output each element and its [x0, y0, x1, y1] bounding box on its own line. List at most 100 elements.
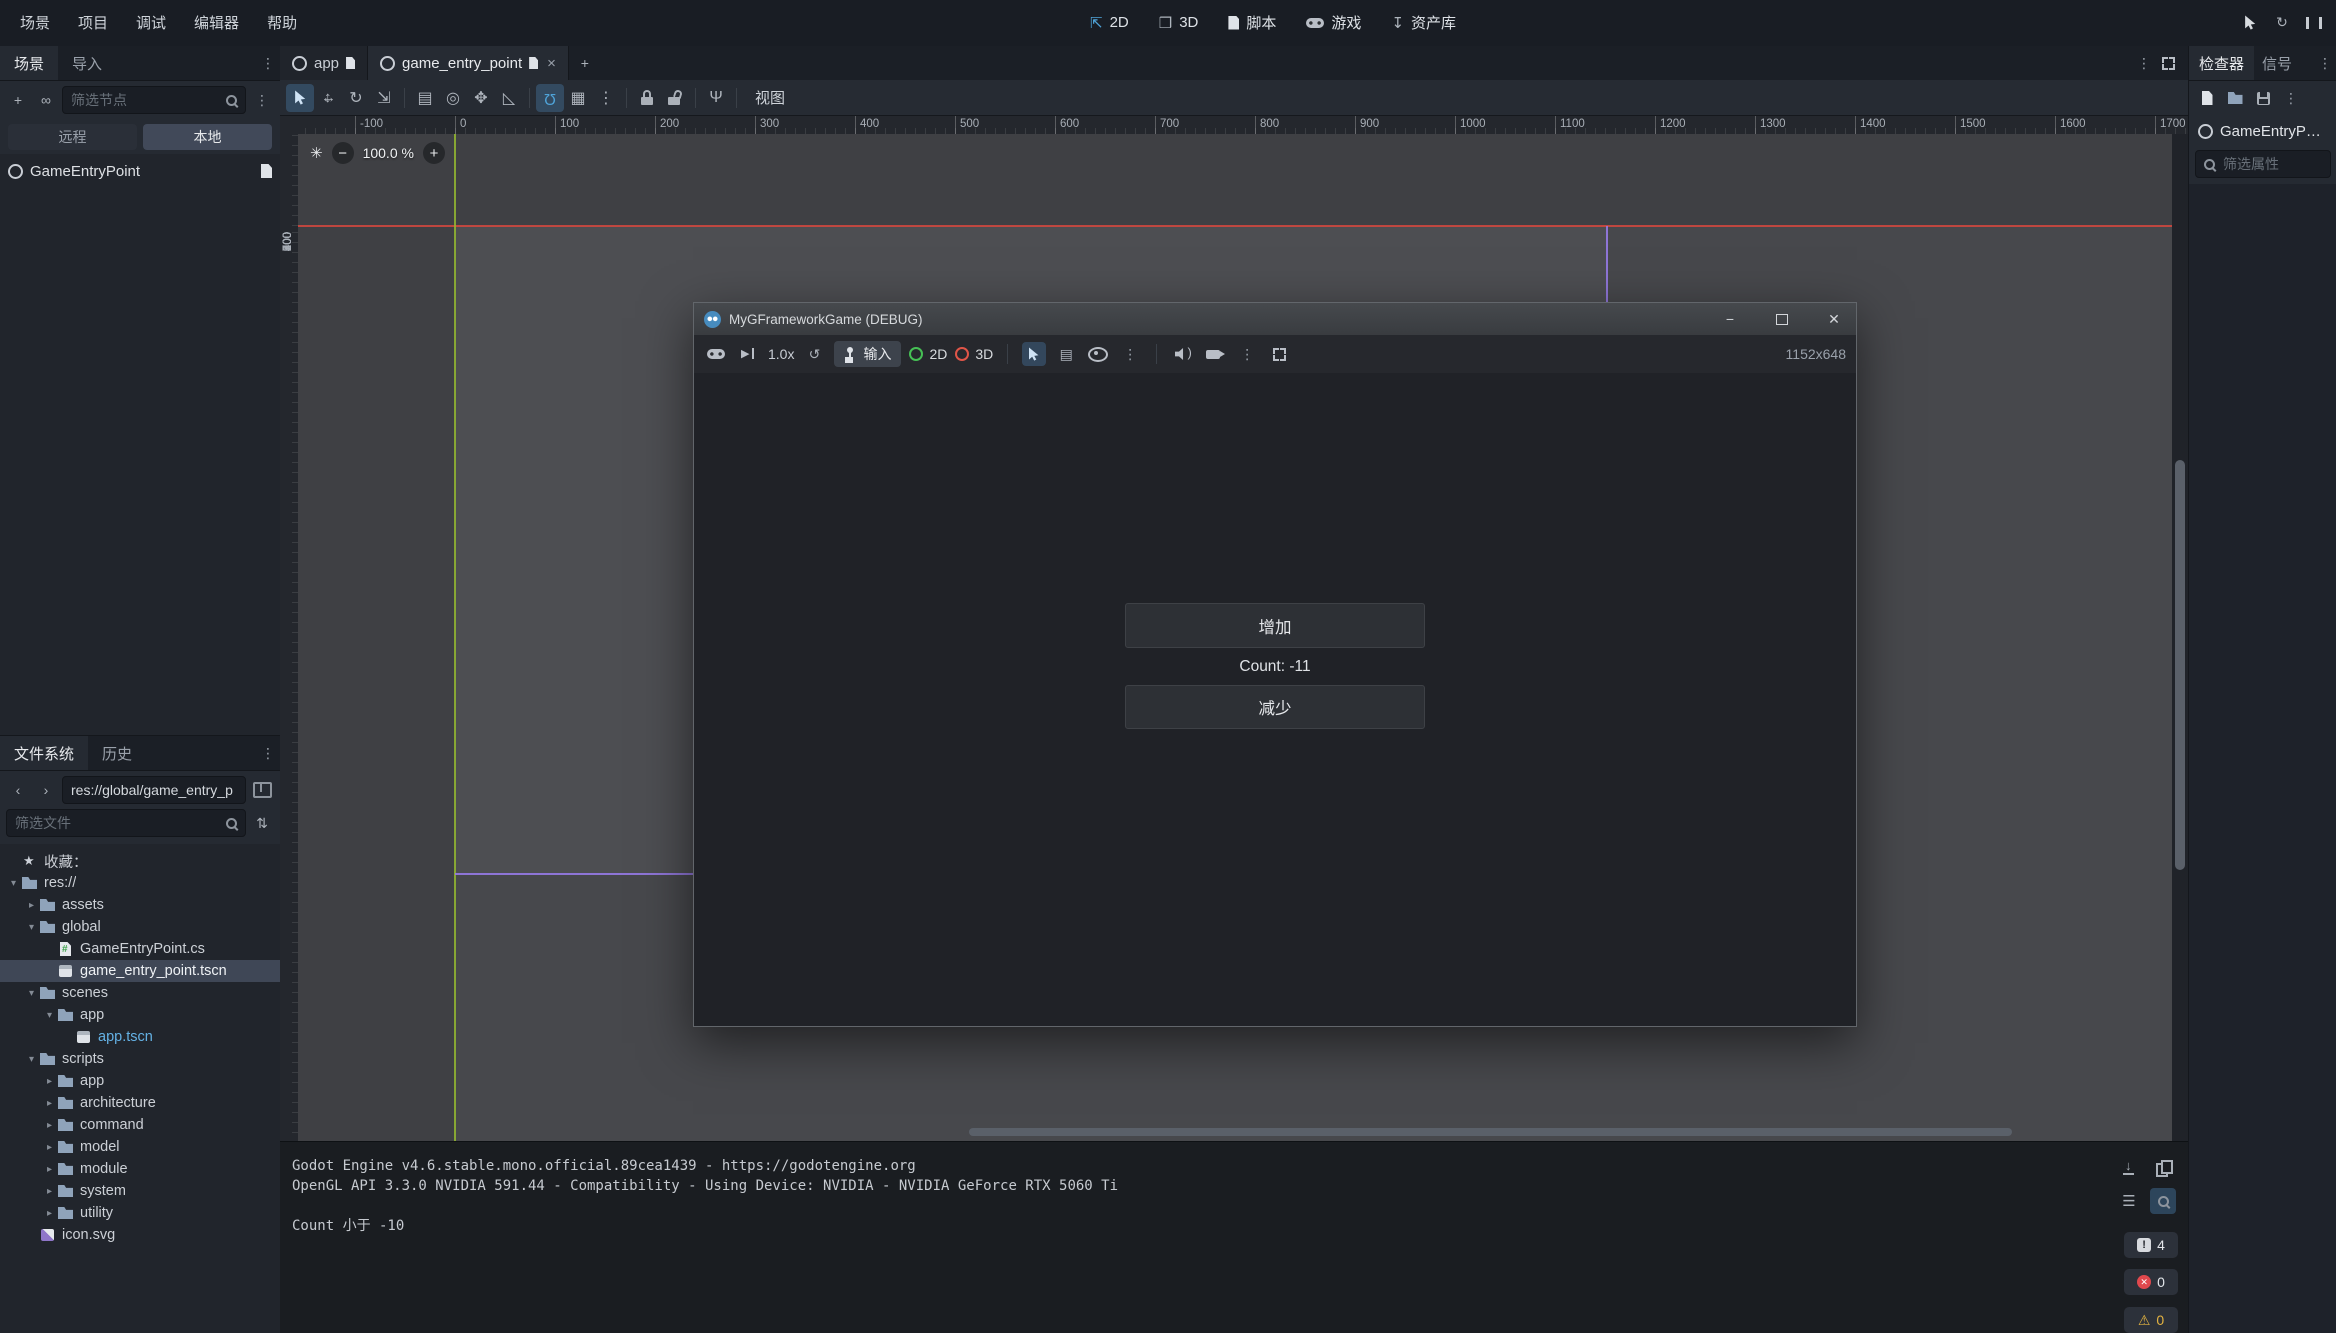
nav-back-icon[interactable]: ‹	[6, 778, 30, 802]
dock-options-icon[interactable]: ⋮	[2313, 51, 2336, 75]
pan-icon[interactable]: ✥	[467, 84, 495, 112]
maximize-button[interactable]	[1760, 303, 1804, 335]
copy-log-button[interactable]	[2150, 1154, 2176, 1180]
scrollbar-thumb[interactable]	[2175, 460, 2185, 870]
view-menu-button[interactable]: 视图	[743, 87, 797, 108]
tab-history[interactable]: 历史	[88, 736, 146, 770]
restart-icon[interactable]: ↻	[2270, 11, 2294, 35]
vertical-ruler[interactable]: 0100200300400500600700800900	[280, 134, 299, 1141]
pivot-icon[interactable]: ◎	[439, 84, 467, 112]
speed-selector[interactable]: 1.0x	[768, 346, 794, 362]
scene-tab-game-entry-point[interactable]: game_entry_point ×	[368, 46, 569, 80]
scene-tab-app[interactable]: app	[280, 46, 368, 80]
ruler-icon[interactable]: ◺	[495, 84, 523, 112]
replay-icon[interactable]: ↺	[802, 342, 826, 366]
center-view-icon[interactable]: ✳	[310, 144, 323, 162]
scene-tree-options-icon[interactable]: ⋮	[250, 88, 274, 112]
next-frame-icon[interactable]	[736, 342, 760, 366]
scene-tree[interactable]: GameEntryPoint	[0, 154, 280, 735]
tree-item[interactable]: global	[0, 916, 280, 938]
tree-item[interactable]: app	[0, 1004, 280, 1026]
tree-item[interactable]: command	[0, 1114, 280, 1136]
tab-scene[interactable]: 场景	[0, 46, 58, 80]
nav-forward-icon[interactable]: ›	[34, 778, 58, 802]
save-log-button[interactable]	[2116, 1154, 2142, 1180]
snap-options-icon[interactable]: ⋮	[592, 84, 620, 112]
eye-icon[interactable]	[1086, 342, 1110, 366]
filesystem-tree[interactable]: 收藏： res:// assets	[0, 844, 280, 1333]
zoom-level[interactable]: 100.0 %	[363, 145, 414, 161]
output-log[interactable]: Godot Engine v4.6.stable.mono.official.8…	[292, 1156, 2068, 1236]
grid-snap-icon[interactable]: ▦	[564, 84, 592, 112]
list-select-icon[interactable]: ▤	[1054, 342, 1078, 366]
tab-filesystem[interactable]: 文件系统	[0, 736, 88, 770]
list-select-icon[interactable]: ▤	[411, 84, 439, 112]
smart-snap-icon[interactable]: Ω	[536, 84, 564, 112]
vertical-scrollbar[interactable]	[2172, 134, 2188, 1141]
file-filter-input[interactable]	[13, 814, 220, 832]
interaction-cursor-icon[interactable]	[2238, 11, 2262, 35]
joypad-icon[interactable]	[704, 342, 728, 366]
debugger-badge[interactable]: ! 4	[2124, 1232, 2178, 1258]
tab-inspector[interactable]: 检查器	[2189, 46, 2254, 80]
load-resource-icon[interactable]	[2223, 86, 2247, 110]
zoom-in-button[interactable]: +	[423, 142, 445, 164]
camera-options-icon[interactable]: ⋮	[1235, 342, 1259, 366]
tree-item[interactable]: scripts	[0, 1048, 280, 1070]
unlock-icon[interactable]	[661, 84, 689, 112]
workspace-assetlib[interactable]: ↧ 资产库	[1391, 12, 1456, 33]
instantiate-scene-icon[interactable]: ∞	[34, 88, 58, 112]
tree-item[interactable]: icon.svg	[0, 1224, 280, 1246]
horizontal-scrollbar[interactable]	[969, 1128, 2012, 1136]
minimize-button[interactable]: −	[1708, 303, 1752, 335]
expand-panel-icon[interactable]	[2156, 51, 2180, 75]
decrease-button[interactable]: 减少	[1125, 685, 1425, 729]
save-resource-icon[interactable]	[2251, 86, 2275, 110]
search-log-button[interactable]	[2150, 1188, 2176, 1214]
remote-button[interactable]: 远程	[8, 124, 137, 150]
increase-button[interactable]: 增加	[1125, 603, 1425, 648]
resource-options-icon[interactable]: ⋮	[2279, 86, 2303, 110]
tree-item[interactable]: game_entry_point.tscn	[0, 960, 280, 982]
warnings-badge[interactable]: ⚠ 0	[2124, 1307, 2178, 1333]
zoom-out-button[interactable]: −	[332, 142, 354, 164]
new-scene-tab-button[interactable]: +	[573, 51, 597, 75]
tab-signals[interactable]: 信号	[2254, 46, 2300, 80]
menu-item[interactable]: 调试	[122, 1, 180, 46]
tree-item[interactable]: assets	[0, 894, 280, 916]
input-toggle-button[interactable]: 输入	[834, 341, 901, 367]
tree-item[interactable]: GameEntryPoint.cs	[0, 938, 280, 960]
game-window-titlebar[interactable]: MyGFrameworkGame (DEBUG) − ✕	[694, 303, 1856, 335]
menu-item[interactable]: 编辑器	[180, 1, 253, 46]
mode-2d-toggle[interactable]: 2D	[909, 346, 947, 362]
menu-item[interactable]: 帮助	[253, 1, 311, 46]
volume-icon[interactable]	[1171, 342, 1195, 366]
tab-list-icon[interactable]: ⋮	[2132, 51, 2156, 75]
split-view-icon[interactable]	[250, 778, 274, 802]
tree-item[interactable]: architecture	[0, 1092, 280, 1114]
current-path-input[interactable]	[69, 781, 239, 799]
property-filter-input[interactable]	[2221, 155, 2324, 173]
tree-item[interactable]: utility	[0, 1202, 280, 1224]
tree-item[interactable]: res://	[0, 872, 280, 894]
mode-3d-toggle[interactable]: 3D	[955, 346, 993, 362]
pause-button[interactable]	[2302, 11, 2326, 35]
close-button[interactable]: ✕	[1812, 303, 1856, 335]
workspace-game[interactable]: 游戏	[1306, 12, 1361, 33]
new-resource-icon[interactable]	[2195, 86, 2219, 110]
add-node-button[interactable]: +	[6, 88, 30, 112]
cursor-tool-icon[interactable]	[1022, 342, 1046, 366]
close-tab-icon[interactable]: ×	[547, 55, 556, 72]
rotate-tool-icon[interactable]: ↻	[342, 84, 370, 112]
tree-item[interactable]: app.tscn	[0, 1026, 280, 1048]
more-options-icon[interactable]: ⋮	[1118, 342, 1142, 366]
menu-item[interactable]: 场景	[6, 1, 64, 46]
dock-options-icon[interactable]: ⋮	[256, 51, 280, 75]
workspace-2d[interactable]: ⇱ 2D	[1090, 14, 1129, 32]
workspace-3d[interactable]: ❒ 3D	[1159, 14, 1199, 32]
local-button[interactable]: 本地	[143, 124, 272, 150]
dock-options-icon[interactable]: ⋮	[256, 741, 280, 765]
collapse-log-button[interactable]: ☰	[2116, 1188, 2142, 1214]
fullscreen-icon[interactable]	[1267, 342, 1291, 366]
script-icon[interactable]	[261, 164, 272, 178]
